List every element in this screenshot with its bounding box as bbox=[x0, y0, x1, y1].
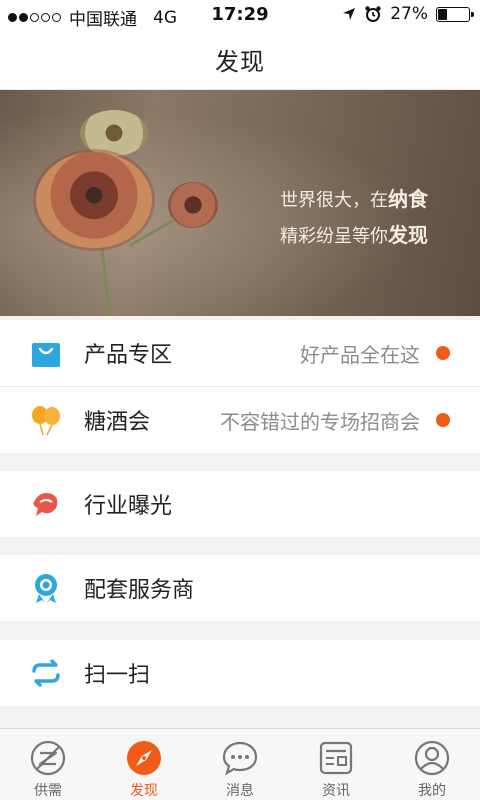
status-left: 中国联通 4G bbox=[8, 5, 177, 30]
tab-discover[interactable]: 发现 bbox=[96, 729, 192, 800]
banner-line1-prefix: 世界很大，在 bbox=[280, 190, 388, 211]
megaphone-icon bbox=[33, 493, 58, 516]
bottom-tab-bar: 供需 发现 消息 资讯 我的 bbox=[0, 728, 480, 800]
battery-percent: 27% bbox=[390, 4, 428, 24]
shopping-bag-icon bbox=[32, 343, 60, 367]
menu-item-service-providers[interactable]: 配套服务商 bbox=[0, 555, 480, 621]
chat-bubble-icon bbox=[222, 741, 258, 776]
menu-item-sugar-wine-fair[interactable]: 糖酒会 不容错过的专场招商会 bbox=[0, 387, 480, 453]
banner-line2-prefix: 精彩纷呈等你 bbox=[280, 226, 388, 247]
tab-profile[interactable]: 我的 bbox=[384, 729, 480, 800]
status-right: 27% bbox=[342, 4, 474, 24]
carrier-name: 中国联通 bbox=[69, 10, 137, 30]
menu-item-hint: 不容错过的专场招商会 bbox=[220, 409, 420, 434]
tab-label: 消息 bbox=[226, 783, 254, 799]
menu-item-label: 扫一扫 bbox=[84, 663, 151, 688]
profile-icon bbox=[414, 740, 450, 776]
promo-banner[interactable]: 世界很大，在纳食 精彩纷呈等你发现 bbox=[0, 90, 480, 316]
battery-icon bbox=[436, 6, 474, 22]
tab-news[interactable]: 资讯 bbox=[288, 729, 384, 800]
menu-item-hint: 好产品全在这 bbox=[300, 342, 420, 367]
network-type: 4G bbox=[153, 7, 177, 28]
flower-image bbox=[80, 110, 148, 156]
compass-icon bbox=[127, 741, 161, 775]
tab-label: 资讯 bbox=[322, 783, 350, 799]
flower-image bbox=[168, 182, 218, 228]
notification-badge bbox=[436, 413, 450, 427]
tab-label: 供需 bbox=[34, 783, 62, 799]
balloons-icon bbox=[32, 406, 60, 436]
status-bar: 中国联通 4G 17:29 27% bbox=[0, 0, 480, 30]
navigation-bar: 发现 bbox=[0, 30, 480, 90]
location-arrow-icon bbox=[343, 8, 356, 20]
signal-strength-icon bbox=[8, 13, 61, 22]
banner-slogan: 世界很大，在纳食 精彩纷呈等你发现 bbox=[280, 182, 428, 254]
notification-badge bbox=[436, 346, 450, 360]
menu-item-scan[interactable]: 扫一扫 bbox=[0, 640, 480, 706]
banner-line2-emphasis: 发现 bbox=[388, 223, 428, 247]
news-icon bbox=[319, 741, 353, 775]
tab-label: 发现 bbox=[130, 783, 158, 799]
menu-item-label: 行业曝光 bbox=[84, 494, 173, 519]
flower-image bbox=[36, 152, 152, 248]
tab-label: 我的 bbox=[418, 783, 446, 799]
page-title: 发现 bbox=[215, 48, 265, 76]
award-ribbon-icon bbox=[35, 574, 57, 603]
menu-item-label: 产品专区 bbox=[84, 343, 173, 368]
scan-icon bbox=[32, 659, 60, 687]
banner-line1-emphasis: 纳食 bbox=[388, 187, 428, 211]
menu-item-label: 配套服务商 bbox=[84, 578, 195, 603]
battery-level bbox=[438, 8, 447, 20]
menu-item-industry-exposure[interactable]: 行业曝光 bbox=[0, 471, 480, 537]
tab-messages[interactable]: 消息 bbox=[192, 729, 288, 800]
menu-item-label: 糖酒会 bbox=[84, 410, 151, 435]
tab-supply-demand[interactable]: 供需 bbox=[0, 729, 96, 800]
alarm-clock-icon bbox=[365, 6, 381, 22]
supply-demand-icon bbox=[30, 740, 66, 776]
menu-item-product-zone[interactable]: 产品专区 好产品全在这 bbox=[0, 320, 480, 386]
